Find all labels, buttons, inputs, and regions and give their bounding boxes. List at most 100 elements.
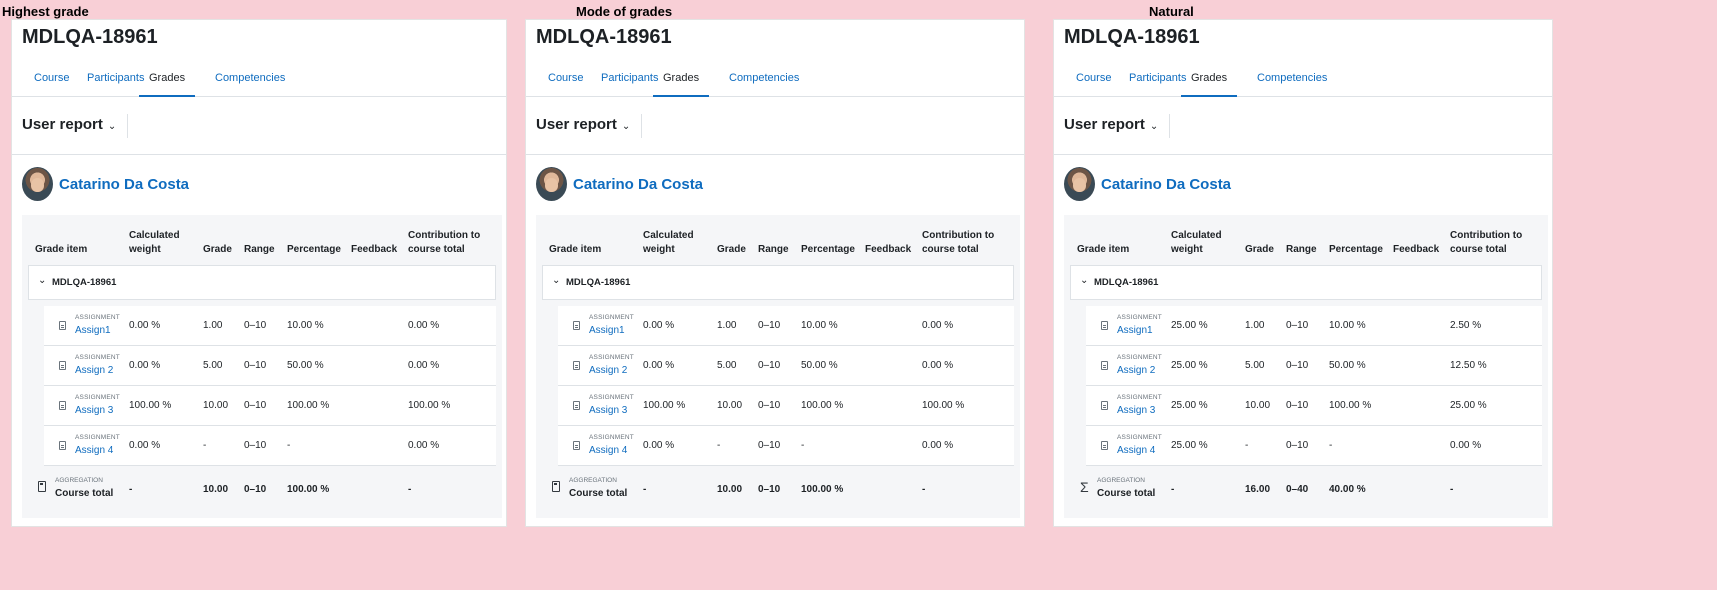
table-row: ASSIGNMENT Assign 3 25.00 % 10.00 0–10 1…: [1086, 386, 1542, 426]
grade-item-link[interactable]: Assign1: [75, 325, 111, 336]
table-row: ASSIGNMENT Assign 4 0.00 % - 0–10 - 0.00…: [558, 426, 1014, 466]
item-type-label: ASSIGNMENT: [589, 434, 634, 441]
category-name: MDLQA-18961: [566, 277, 631, 288]
grade-item-link[interactable]: Assign 3: [1117, 405, 1155, 416]
tab-grades[interactable]: Grades: [653, 68, 710, 97]
assignment-icon: [59, 441, 66, 450]
grade-item-link[interactable]: Assign 4: [1117, 445, 1155, 456]
item-type-label: AGGREGATION: [1097, 477, 1145, 484]
table-row: ASSIGNMENT Assign 2 25.00 % 5.00 0–10 50…: [1086, 346, 1542, 386]
calculator-icon: [38, 481, 46, 492]
course-total-row: Σ AGGREGATION Course total - 16.00 0–40 …: [1070, 469, 1542, 509]
total-percentage: 100.00 %: [801, 484, 844, 495]
grade-cell: 1.00: [717, 320, 737, 331]
grade-cell: 5.00: [203, 360, 223, 371]
header-grade-item: Grade item: [35, 244, 88, 255]
header-grade: Grade: [717, 244, 746, 255]
report-selector-bar: User report ⌄: [12, 98, 506, 155]
total-contribution: -: [922, 484, 926, 495]
assignment-icon: [573, 401, 580, 410]
tab-course[interactable]: Course: [548, 68, 583, 97]
course-total-label: Course total: [569, 488, 628, 499]
user-name-link[interactable]: Catarino Da Costa: [1101, 176, 1231, 193]
table-row: ASSIGNMENT Assign 4 0.00 % - 0–10 - 0.00…: [44, 426, 496, 466]
item-type-label: ASSIGNMENT: [1117, 354, 1162, 361]
course-nav-tabs: Course Participants Grades Competencies: [1054, 64, 1552, 97]
grade-item-link[interactable]: Assign 4: [75, 445, 113, 456]
chevron-down-icon[interactable]: ⌄: [38, 275, 46, 286]
contribution-cell: 0.00 %: [922, 360, 954, 371]
percentage-cell: 100.00 %: [801, 400, 844, 411]
grade-item-link[interactable]: Assign 3: [589, 405, 627, 416]
grade-cell: 5.00: [717, 360, 737, 371]
grade-cell: 5.00: [1245, 360, 1265, 371]
grade-item-link[interactable]: Assign 2: [75, 365, 113, 376]
course-nav-tabs: Course Participants Grades Competencies: [12, 64, 506, 97]
user-name-link[interactable]: Catarino Da Costa: [59, 176, 189, 193]
grade-item-link[interactable]: Assign 2: [589, 365, 627, 376]
header-feedback: Feedback: [865, 244, 912, 255]
grade-item-link[interactable]: Assign1: [1117, 325, 1153, 336]
report-type-dropdown[interactable]: User report ⌄: [1064, 116, 1158, 133]
total-range: 0–10: [244, 484, 267, 495]
sigma-icon: Σ: [1080, 479, 1089, 495]
header-grade: Grade: [203, 244, 232, 255]
user-name-link[interactable]: Catarino Da Costa: [573, 176, 703, 193]
page-title: MDLQA-18961: [1064, 26, 1200, 48]
tab-participants[interactable]: Participants: [1129, 68, 1186, 97]
grade-report-panel: MDLQA-18961 Course Participants Grades C…: [525, 19, 1025, 527]
report-type-dropdown[interactable]: User report ⌄: [536, 116, 630, 133]
item-type-label: ASSIGNMENT: [1117, 434, 1162, 441]
tab-competencies[interactable]: Competencies: [729, 68, 799, 97]
table-row: ASSIGNMENT Assign 2 0.00 % 5.00 0–10 50.…: [44, 346, 496, 386]
chevron-down-icon[interactable]: ⌄: [1080, 275, 1088, 286]
range-cell: 0–10: [244, 360, 267, 371]
category-row[interactable]: ⌄ MDLQA-18961: [1070, 265, 1542, 300]
table-row: ASSIGNMENT Assign1 25.00 % 1.00 0–10 10.…: [1086, 306, 1542, 346]
avatar[interactable]: [22, 167, 53, 201]
header-contribution: Contribution to course total: [408, 230, 481, 255]
report-type-dropdown[interactable]: User report ⌄: [22, 116, 116, 133]
grade-item-link[interactable]: Assign 3: [75, 405, 113, 416]
total-percentage: 100.00 %: [287, 484, 330, 495]
range-cell: 0–10: [758, 400, 781, 411]
avatar[interactable]: [536, 167, 567, 201]
course-total-label: Course total: [1097, 488, 1156, 499]
tab-course[interactable]: Course: [1076, 68, 1111, 97]
divider: [127, 114, 128, 138]
total-grade: 16.00: [1245, 484, 1271, 495]
chevron-down-icon[interactable]: ⌄: [552, 275, 560, 286]
tab-participants[interactable]: Participants: [601, 68, 658, 97]
page-title: MDLQA-18961: [22, 26, 158, 48]
grade-item-link[interactable]: Assign1: [589, 325, 625, 336]
grade-item-link[interactable]: Assign 4: [589, 445, 627, 456]
category-row[interactable]: ⌄ MDLQA-18961: [542, 265, 1014, 300]
tab-participants[interactable]: Participants: [87, 68, 144, 97]
user-heading: Catarino Da Costa: [1064, 167, 1231, 201]
tab-grades[interactable]: Grades: [1181, 68, 1238, 97]
contribution-cell: 2.50 %: [1450, 320, 1482, 331]
table-row: ASSIGNMENT Assign1 0.00 % 1.00 0–10 10.0…: [44, 306, 496, 346]
item-type-label: ASSIGNMENT: [1117, 314, 1162, 321]
grade-cell: -: [203, 440, 207, 451]
avatar[interactable]: [1064, 167, 1095, 201]
range-cell: 0–10: [1286, 400, 1309, 411]
tab-competencies[interactable]: Competencies: [1257, 68, 1327, 97]
category-row[interactable]: ⌄ MDLQA-18961: [28, 265, 496, 300]
tab-grades[interactable]: Grades: [139, 68, 196, 97]
course-total-row: AGGREGATION Course total - 10.00 0–10 10…: [542, 469, 1014, 509]
item-type-label: ASSIGNMENT: [75, 434, 120, 441]
table-row: ASSIGNMENT Assign 3 100.00 % 10.00 0–10 …: [558, 386, 1014, 426]
range-cell: 0–10: [244, 440, 267, 451]
assignment-icon: [573, 441, 580, 450]
assignment-icon: [59, 321, 66, 330]
grade-item-link[interactable]: Assign 2: [1117, 365, 1155, 376]
tab-course[interactable]: Course: [34, 68, 69, 97]
header-percentage: Percentage: [1329, 244, 1383, 255]
header-contribution: Contribution to course total: [922, 230, 995, 255]
tab-competencies[interactable]: Competencies: [215, 68, 285, 97]
percentage-cell: 100.00 %: [1329, 400, 1372, 411]
weight-cell: 0.00 %: [643, 320, 675, 331]
weight-cell: 0.00 %: [643, 440, 675, 451]
header-grade-item: Grade item: [1077, 244, 1130, 255]
